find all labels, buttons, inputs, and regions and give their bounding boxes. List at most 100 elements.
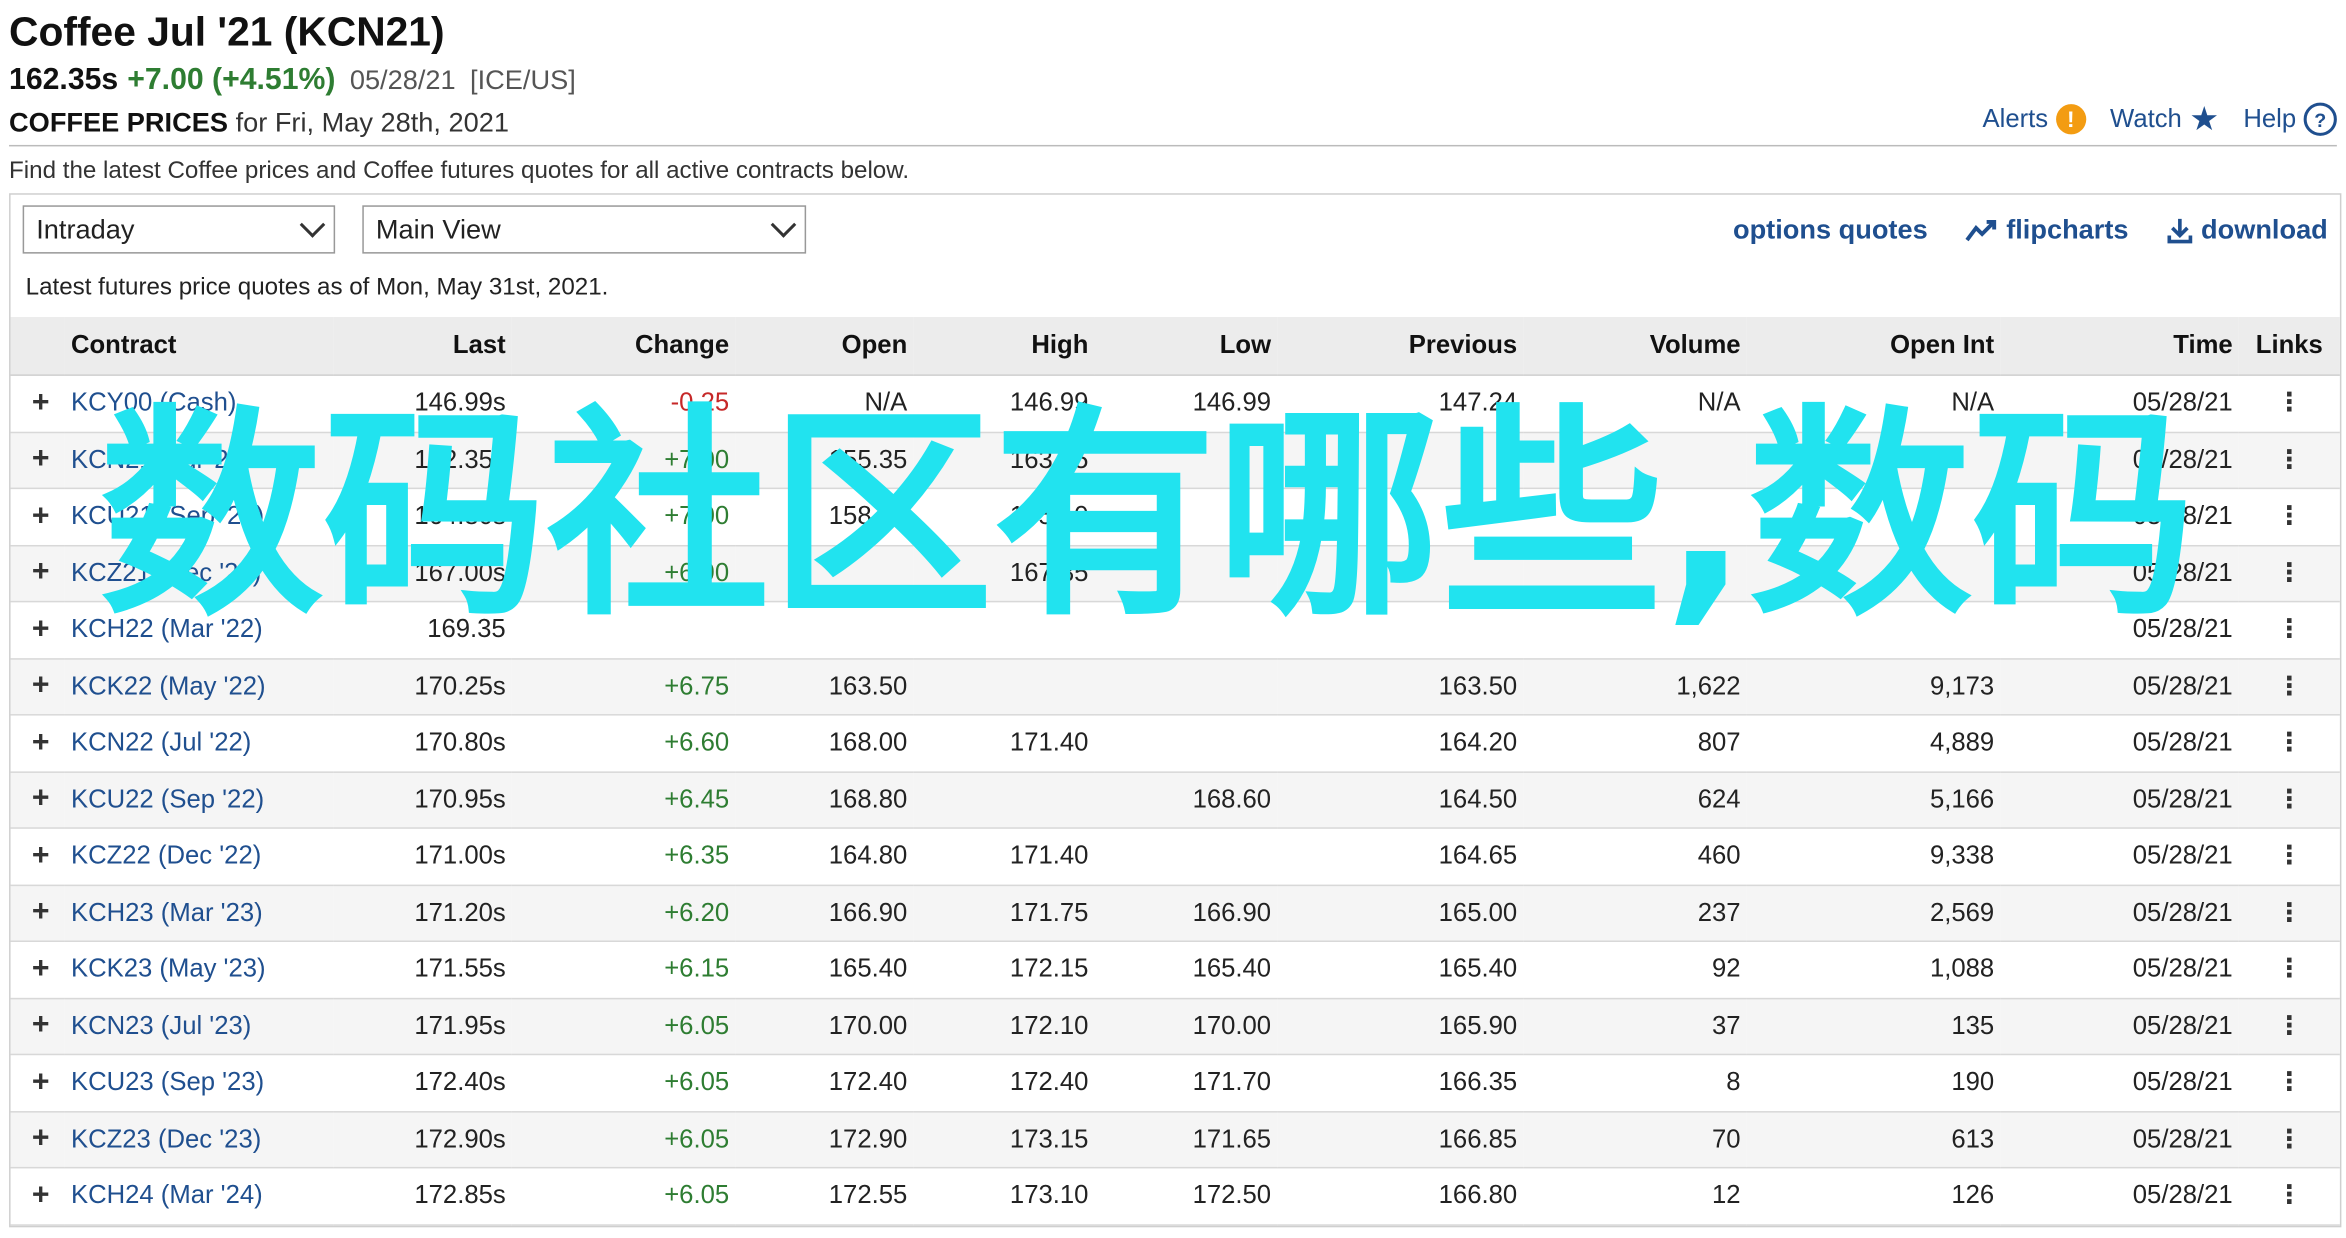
cell-contract[interactable]: KCK22 (May '22) [64, 658, 334, 716]
cell-contract[interactable]: KCZ21 (Dec '21) [64, 544, 334, 603]
cell-low [1094, 488, 1278, 546]
col-volume[interactable]: Volume [1523, 317, 1747, 376]
period-value: Intraday [36, 213, 135, 244]
cell-contract[interactable]: KCU21 (Sep '21) [64, 488, 334, 546]
more-options-icon[interactable]: ⋮ [2238, 431, 2340, 490]
cell-contract[interactable]: KCK23 (May '23) [64, 941, 334, 999]
cell-previous: 165.40 [1277, 941, 1524, 999]
cell-last: 170.95s [333, 771, 512, 829]
table-row: + KCH22 (Mar '22) 169.35 05/28/21 ⋮ [10, 601, 2340, 659]
more-options-icon[interactable]: ⋮ [2238, 375, 2340, 433]
expand-plus-icon[interactable]: + [10, 601, 65, 659]
cell-time: 05/28/21 [2000, 884, 2239, 942]
cell-contract[interactable]: KCN23 (Jul '23) [64, 997, 334, 1056]
more-options-icon[interactable]: ⋮ [2238, 658, 2340, 716]
cell-change: +6.15 [511, 941, 736, 999]
expand-plus-icon[interactable]: + [10, 771, 65, 829]
more-options-icon[interactable]: ⋮ [2238, 1167, 2340, 1226]
cell-contract[interactable]: KCU22 (Sep '22) [64, 771, 334, 829]
col-high[interactable]: High [913, 317, 1095, 376]
more-options-icon[interactable]: ⋮ [2238, 488, 2340, 546]
expand-plus-icon[interactable]: + [10, 488, 65, 546]
download-link[interactable]: download [2166, 214, 2328, 246]
cell-contract[interactable]: KCH23 (Mar '23) [64, 884, 334, 942]
alerts-link[interactable]: Alerts! [1983, 103, 2086, 136]
expand-plus-icon[interactable]: + [10, 658, 65, 716]
cell-previous: 163.50 [1277, 658, 1524, 716]
expand-plus-icon[interactable]: + [10, 828, 65, 886]
col-time[interactable]: Time [2000, 317, 2239, 376]
cell-change [511, 601, 736, 659]
col-contract[interactable]: Contract [64, 317, 334, 376]
cell-time: 05/28/21 [2000, 771, 2239, 829]
cell-low: 171.70 [1094, 1054, 1278, 1112]
cell-oi [1746, 431, 2001, 490]
cell-oi: N/A [1746, 375, 2001, 433]
col-low[interactable]: Low [1094, 317, 1278, 376]
expand-plus-icon[interactable]: + [10, 375, 65, 433]
more-options-icon[interactable]: ⋮ [2238, 714, 2340, 773]
more-options-icon[interactable]: ⋮ [2238, 544, 2340, 603]
more-options-icon[interactable]: ⋮ [2238, 941, 2340, 999]
col-links: Links [2238, 317, 2340, 376]
col-open-int[interactable]: Open Int [1746, 317, 2001, 376]
table-row: + KCN21 (Jul '21) 162.35s +7.00 155.35 163.15… [10, 431, 2340, 490]
expand-plus-icon[interactable]: + [10, 997, 65, 1056]
cell-contract[interactable]: KCZ23 (Dec '23) [64, 1111, 334, 1169]
cell-volume: 12 [1523, 1167, 1747, 1226]
cell-contract[interactable]: KCZ22 (Dec '22) [64, 828, 334, 886]
cell-contract[interactable]: KCH22 (Mar '22) [64, 601, 334, 659]
cell-high: 171.75 [913, 884, 1095, 942]
expand-plus-icon[interactable]: + [10, 941, 65, 999]
watch-link[interactable]: Watch ★ [2110, 102, 2219, 136]
expand-plus-icon[interactable]: + [10, 884, 65, 942]
more-options-icon[interactable]: ⋮ [2238, 1054, 2340, 1112]
more-options-icon[interactable]: ⋮ [2238, 997, 2340, 1056]
expand-plus-icon[interactable]: + [10, 431, 65, 490]
more-options-icon[interactable]: ⋮ [2238, 1111, 2340, 1169]
col-change[interactable]: Change [511, 317, 736, 376]
cell-high: 171.40 [913, 828, 1095, 886]
col-last[interactable]: Last [333, 317, 512, 376]
price-change: +7.00 (+4.51%) [127, 63, 336, 97]
cell-volume: 8 [1523, 1054, 1747, 1112]
cell-oi [1746, 544, 2001, 603]
more-options-icon[interactable]: ⋮ [2238, 771, 2340, 829]
cell-volume [1523, 601, 1747, 659]
cell-high: 172.15 [913, 941, 1095, 999]
more-options-icon[interactable]: ⋮ [2238, 884, 2340, 942]
cell-volume: 460 [1523, 828, 1747, 886]
cell-previous [1277, 488, 1524, 546]
more-options-icon[interactable]: ⋮ [2238, 828, 2340, 886]
cell-contract[interactable]: KCU23 (Sep '23) [64, 1054, 334, 1112]
cell-previous [1277, 431, 1524, 490]
view-select[interactable]: Main View [362, 205, 807, 254]
cell-oi: 1,088 [1746, 941, 2001, 999]
table-row: + KCU22 (Sep '22) 170.95s +6.45 168.80 168.60… [10, 771, 2340, 829]
expand-plus-icon[interactable]: + [10, 1111, 65, 1169]
expand-plus-icon[interactable]: + [10, 714, 65, 773]
cell-open: 165.40 [735, 941, 914, 999]
cell-last: 172.85s [333, 1167, 512, 1226]
expand-plus-icon[interactable]: + [10, 544, 65, 603]
col-open[interactable]: Open [735, 317, 914, 376]
cell-contract[interactable]: KCN21 (Jul '21) [64, 431, 334, 490]
cell-contract[interactable]: KCN22 (Jul '22) [64, 714, 334, 773]
cell-open: 172.40 [735, 1054, 914, 1112]
flipcharts-link[interactable]: flipcharts [1965, 214, 2129, 246]
options-quotes-link[interactable]: options quotes [1733, 214, 1928, 246]
cell-time: 05/28/21 [2000, 375, 2239, 433]
cell-change: +6.60 [511, 714, 736, 773]
more-options-icon[interactable]: ⋮ [2238, 601, 2340, 659]
cell-change: -0.25 [511, 375, 736, 433]
cell-contract[interactable]: KCH24 (Mar '24) [64, 1167, 334, 1226]
help-link[interactable]: Help? [2243, 102, 2337, 136]
cell-open: 168.00 [735, 714, 914, 773]
expand-plus-icon[interactable]: + [10, 1167, 65, 1226]
cell-change: +6.35 [511, 828, 736, 886]
expand-plus-icon[interactable]: + [10, 1054, 65, 1112]
cell-high: 163.15 [913, 431, 1095, 490]
cell-contract[interactable]: KCY00 (Cash) [64, 375, 334, 433]
period-select[interactable]: Intraday [22, 205, 336, 254]
col-previous[interactable]: Previous [1277, 317, 1524, 376]
